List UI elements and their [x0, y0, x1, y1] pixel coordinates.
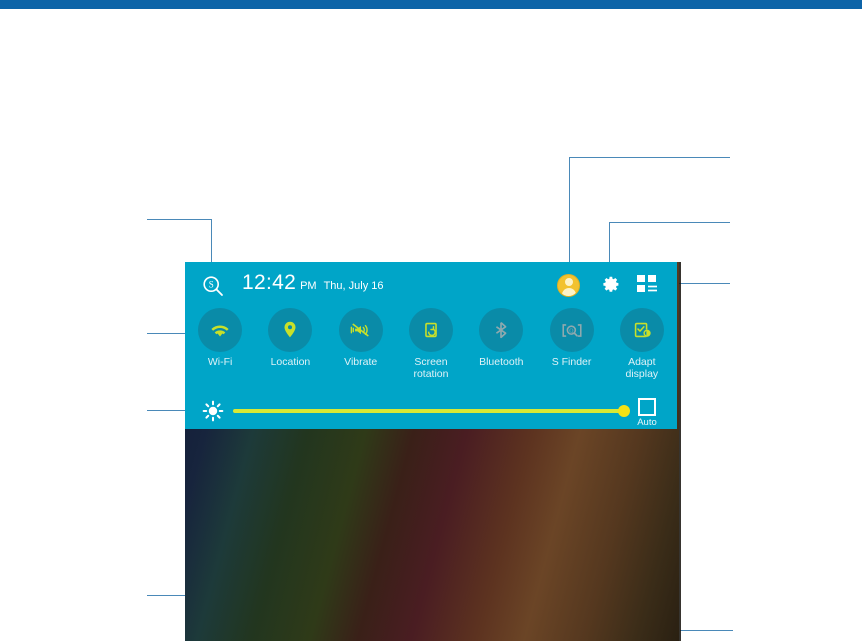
toggle-vibrate-label: Vibrate	[344, 356, 378, 368]
toggle-screen-rotation-label: Screen rotation	[413, 356, 449, 380]
brightness-row: Auto	[185, 395, 677, 429]
toggle-s-finder[interactable]: Q S Finder	[536, 308, 606, 390]
bluetooth-icon	[496, 322, 507, 339]
callout-line-gear-horizontal	[609, 222, 730, 223]
toggle-location[interactable]: Location	[255, 308, 325, 390]
callout-line-notification	[147, 595, 187, 596]
toggle-location-label: Location	[270, 356, 311, 368]
toggle-bluetooth-circle	[479, 308, 524, 352]
callout-line-clear	[680, 630, 733, 631]
location-pin-icon	[284, 321, 296, 338]
status-row: S 12:42 PM Thu, July 16	[185, 262, 677, 310]
brightness-slider-track[interactable]	[233, 409, 625, 413]
clock-date: Thu, July 16	[323, 280, 384, 292]
toggle-vibrate[interactable]: Vibrate	[326, 308, 396, 390]
callout-line-search-horizontal	[147, 219, 212, 220]
vibrate-mute-icon	[350, 323, 369, 337]
adapt-display-icon	[634, 322, 651, 338]
user-avatar-icon[interactable]	[557, 274, 580, 297]
callout-line-brightness	[147, 410, 187, 411]
toggle-screen-rotation-circle	[408, 308, 453, 352]
callout-line-avatar-horizontal	[569, 157, 730, 158]
toggle-wifi-label: Wi-Fi	[207, 356, 233, 368]
callout-line-toggles	[147, 333, 187, 334]
svg-text:Q: Q	[569, 328, 574, 334]
auto-brightness-label: Auto	[637, 417, 657, 428]
top-banner	[0, 0, 862, 9]
screen-rotation-icon	[425, 322, 437, 338]
toggle-wifi[interactable]: Wi-Fi	[185, 308, 255, 390]
status-clock: 12:42 PM Thu, July 16	[242, 271, 383, 295]
brightness-slider-thumb[interactable]	[618, 405, 630, 417]
s-finder-search-icon[interactable]: S	[202, 275, 224, 297]
toggle-location-circle	[268, 308, 313, 352]
toggle-adapt-display[interactable]: Adapt display	[607, 308, 677, 390]
toggle-wifi-circle	[198, 308, 243, 352]
toggle-adapt-display-circle	[619, 308, 664, 352]
toggle-adapt-display-label: Adapt display	[625, 356, 659, 380]
notification-shade-panel: S 12:42 PM Thu, July 16 Wi-Fi Location V…	[185, 262, 679, 641]
s-finder-icon: Q	[561, 323, 582, 337]
quick-toggles-row: Wi-Fi Location Vibrate Screen rotation B…	[185, 308, 677, 390]
clock-time: 12:42	[242, 271, 297, 294]
toggle-s-finder-label: S Finder	[551, 356, 592, 368]
auto-brightness-checkbox[interactable]	[638, 398, 656, 416]
quick-settings-panel: S 12:42 PM Thu, July 16 Wi-Fi Location V…	[185, 262, 677, 429]
toggle-vibrate-circle	[338, 308, 383, 352]
quick-settings-grid-icon[interactable]	[637, 275, 658, 295]
toggle-bluetooth-label: Bluetooth	[479, 356, 524, 368]
toggle-bluetooth[interactable]: Bluetooth	[466, 308, 536, 390]
avatar-body	[561, 288, 576, 296]
clock-ampm: PM	[300, 280, 317, 292]
brightness-sun-icon	[202, 400, 224, 422]
wifi-icon	[211, 325, 229, 337]
svg-text:S: S	[209, 280, 214, 290]
avatar-head	[564, 278, 573, 286]
gear-icon[interactable]	[598, 273, 622, 297]
toggle-screen-rotation[interactable]: Screen rotation	[396, 308, 466, 390]
toggle-s-finder-circle: Q	[549, 308, 594, 352]
